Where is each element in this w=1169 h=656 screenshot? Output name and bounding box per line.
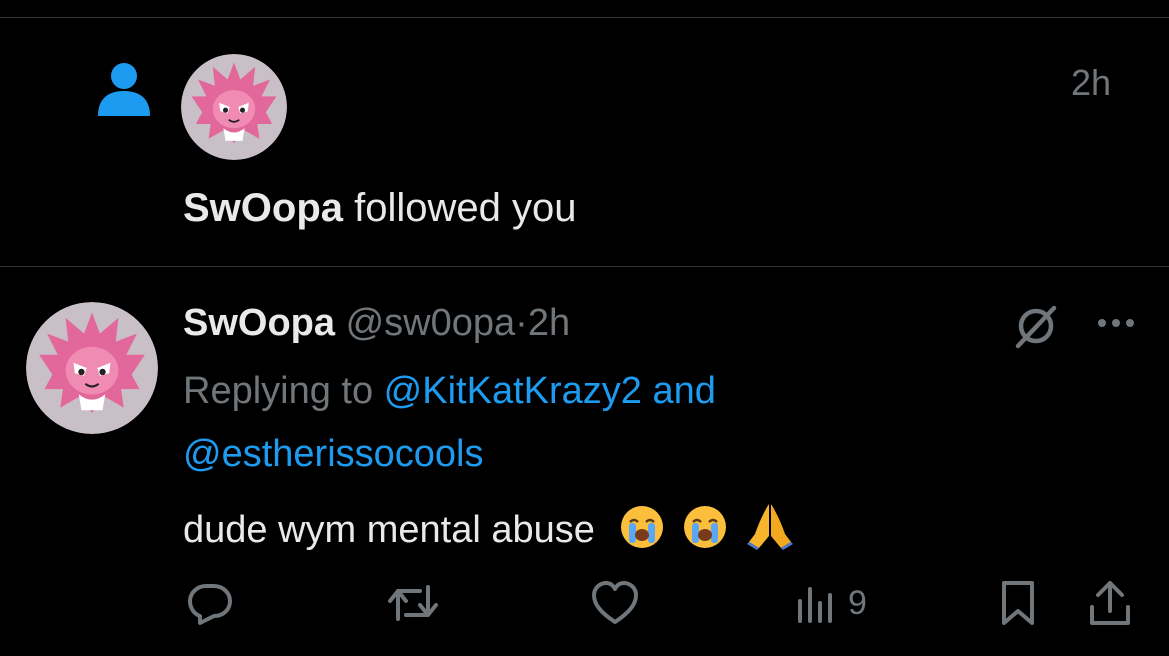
grok-icon[interactable] [1012,302,1060,350]
replying-prefix: Replying to [183,370,384,412]
tweet-header: SwOopa @sw0opa·2h [183,302,570,345]
tweet-body: dude wym mental abuse [183,500,795,552]
replying-to-line: Replying to @KitKatKrazy2 and @estheriss… [183,360,1083,486]
person-icon [98,63,150,116]
author-display-name[interactable]: SwOopa [183,302,335,344]
more-options-icon[interactable] [1094,313,1138,333]
tweet-text: dude wym mental abuse [183,509,595,551]
mention-link[interactable]: @KitKatKrazy2 [384,370,642,412]
bookmark-icon [1002,581,1034,625]
bookmark-button[interactable] [998,578,1038,628]
views-icon [798,587,832,623]
author-handle[interactable]: @sw0opa [346,302,516,344]
heart-icon [592,581,638,624]
retweet-button[interactable] [386,578,440,628]
views-button[interactable]: 9 [796,578,867,628]
like-button[interactable] [590,578,640,628]
follow-message: SwOopa followed you [183,186,577,231]
follower-name[interactable]: SwOopa [183,186,343,230]
author-avatar[interactable] [26,302,158,434]
follower-avatar[interactable] [181,54,287,160]
reply-icon [188,584,232,625]
views-count: 9 [848,583,867,622]
folded-hands-icon [746,504,793,550]
header-separator: · [515,302,528,344]
loudly-crying-face-icon [621,506,664,548]
follow-action-text: followed you [343,186,577,230]
mention-link[interactable]: @estherissocools [183,433,483,475]
share-button[interactable] [1088,578,1132,628]
loudly-crying-face-icon [684,506,727,548]
section-divider [0,266,1169,267]
reply-button[interactable] [186,578,234,628]
tweet-timestamp[interactable]: 2h [528,302,570,344]
notification-timestamp: 2h [1070,62,1111,103]
mention-joiner: and [641,370,716,412]
retweet-icon [388,585,438,621]
share-icon [1090,581,1130,625]
top-divider [0,17,1169,18]
